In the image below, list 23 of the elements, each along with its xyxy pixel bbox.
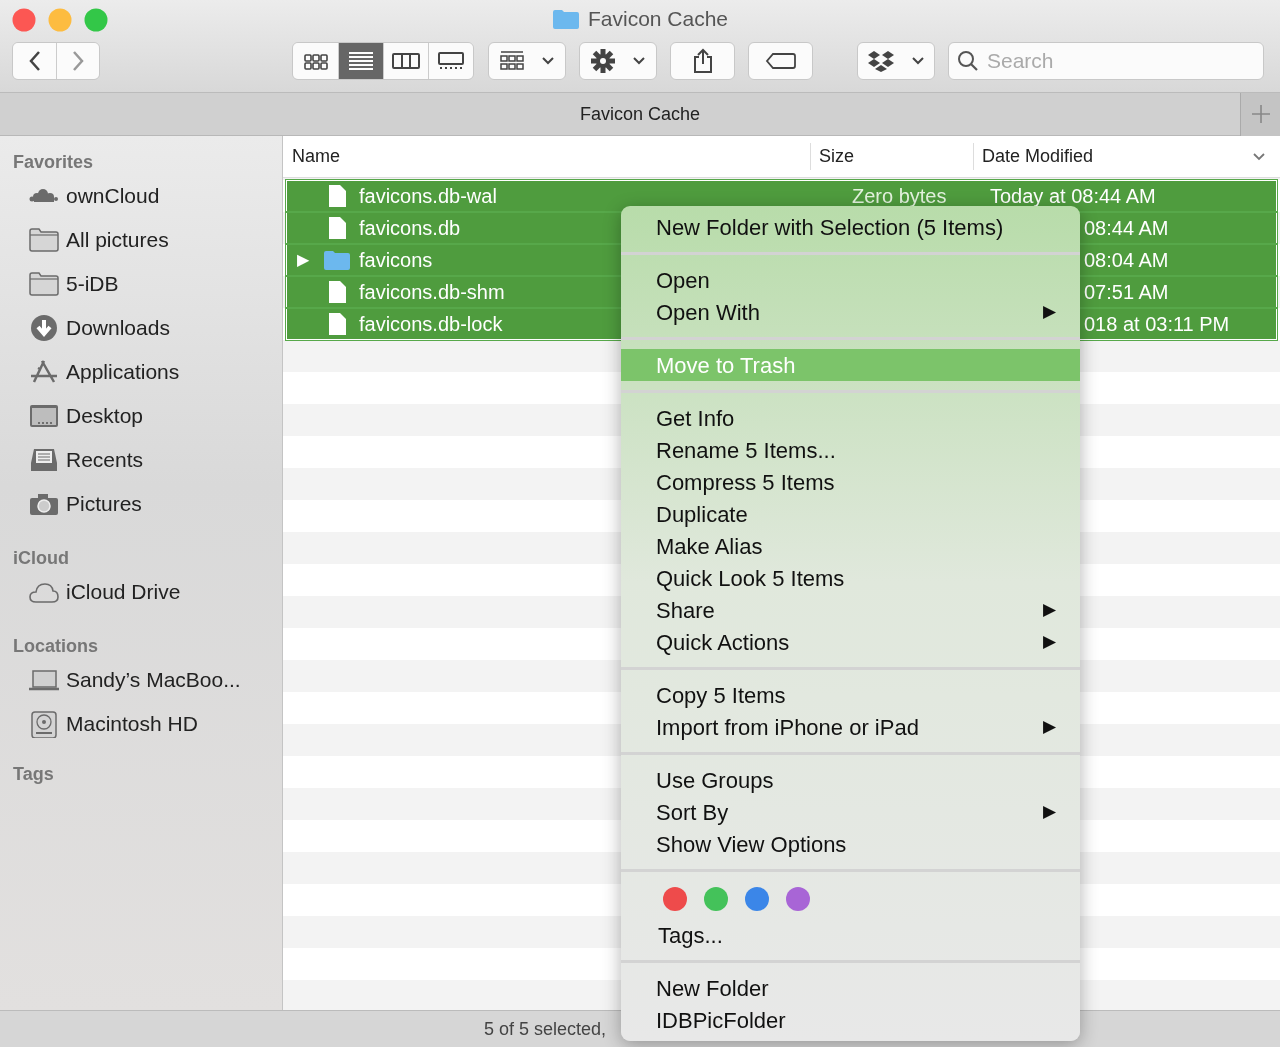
file-name: favicons.db <box>359 216 461 241</box>
section-heading: iCloud <box>12 547 70 570</box>
file-name: favicons.db-shm <box>359 280 505 305</box>
date-modified: Today at 08:44 AM <box>990 185 1156 207</box>
file-name: favicons.db-lock <box>359 312 503 337</box>
submenu-arrow: ▶ <box>1043 599 1056 622</box>
file-name: favicons <box>359 248 433 273</box>
status-text: 5 of 5 selected, <box>484 1017 607 1041</box>
date-modified: 018 at 03:11 PM <box>1084 313 1230 335</box>
submenu-arrow: ▶ <box>1043 631 1056 654</box>
section-heading: Favorites <box>12 151 95 174</box>
window-title: Favicon Cache <box>587 6 729 33</box>
section-heading: Tags <box>12 763 55 786</box>
date-modified: 07:51 AM <box>1084 281 1169 303</box>
section-heading: Locations <box>12 635 99 658</box>
file-size: Zero bytes <box>852 185 947 207</box>
submenu-arrow: ▶ <box>1043 301 1056 324</box>
file-name: favicons.db-wal <box>359 184 497 209</box>
submenu-arrow: ▶ <box>1043 716 1056 739</box>
submenu-arrow: ▶ <box>1043 801 1056 824</box>
path-title: Favicon Cache <box>578 102 701 126</box>
date-modified: 08:44 AM <box>1084 217 1169 239</box>
date-modified: 08:04 AM <box>1084 249 1169 271</box>
